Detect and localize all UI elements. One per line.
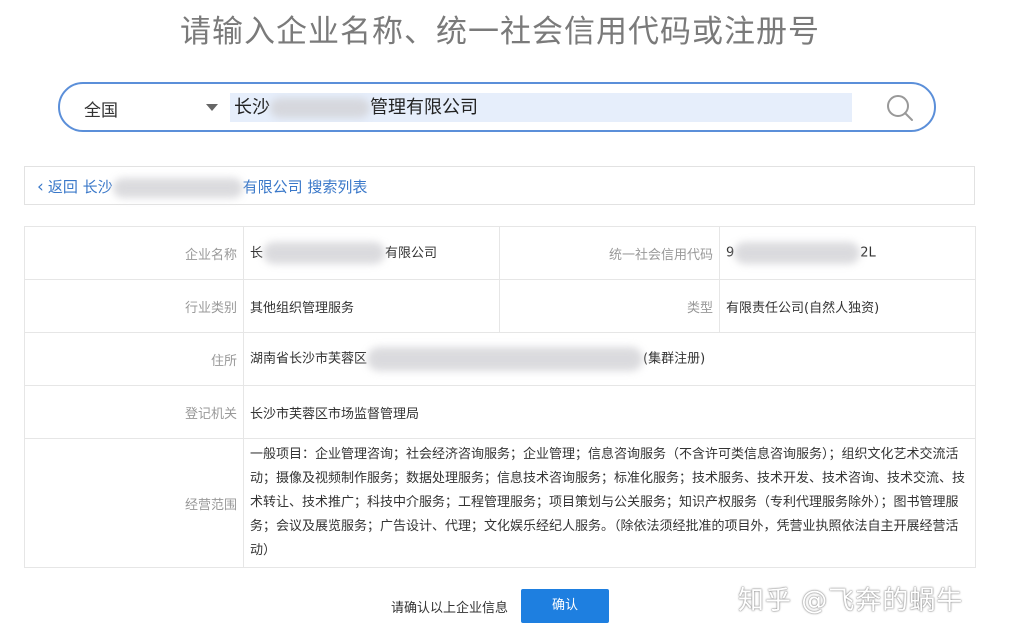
- scope-value: 一般项目：企业管理咨询；社会经济咨询服务；企业管理；信息咨询服务（不含许可类信息…: [243, 438, 976, 568]
- company-name-prefix: 长: [250, 245, 264, 261]
- back-suffix: 有限公司 搜索列表: [242, 178, 368, 196]
- search-bar: 全国 长沙 管理有限公司: [58, 82, 936, 132]
- credit-code-value: 9 2L: [719, 226, 976, 280]
- company-name-suffix: 有限公司: [385, 245, 438, 261]
- page-title: 请输入企业名称、统一社会信用代码或注册号: [180, 14, 820, 50]
- back-to-list-link[interactable]: ‹ 返回 长沙 有限公司 搜索列表: [37, 176, 367, 198]
- back-bar: ‹ 返回 长沙 有限公司 搜索列表: [24, 166, 975, 205]
- company-info-table: 企业名称 长 有限公司 统一社会信用代码 9 2L 行业类别 其他组织管理服务 类型…: [24, 226, 976, 568]
- caret-down-icon[interactable]: [206, 104, 218, 111]
- credit-code-label: 统一社会信用代码: [499, 226, 720, 280]
- table-row: 住所 湖南省长沙市芙蓉区 (集群注册): [24, 332, 976, 386]
- credit-code-prefix: 9: [726, 245, 735, 261]
- query-suffix: 管理有限公司: [370, 97, 478, 118]
- redacted-blur: [734, 242, 861, 264]
- company-name-value: 长 有限公司: [243, 226, 500, 280]
- address-prefix: 湖南省长沙市芙蓉区: [250, 351, 368, 367]
- watermark: 知乎 @飞奔的蜗牛: [738, 586, 964, 616]
- address-suffix: (集群注册): [643, 351, 706, 367]
- type-label: 类型: [499, 279, 720, 333]
- authority-value: 长沙市芙蓉区市场监督管理局: [243, 385, 976, 439]
- chevron-left-icon: ‹: [37, 177, 44, 197]
- search-input[interactable]: 长沙 管理有限公司: [230, 93, 852, 122]
- table-row: 行业类别 其他组织管理服务 类型 有限责任公司(自然人独资): [24, 279, 976, 333]
- back-prefix: 返回 长沙: [47, 178, 113, 196]
- company-name-label: 企业名称: [24, 226, 244, 280]
- industry-label: 行业类别: [24, 279, 244, 333]
- query-prefix: 长沙: [234, 97, 270, 118]
- redacted-blur: [367, 347, 644, 371]
- address-label: 住所: [24, 332, 244, 386]
- scope-label: 经营范围: [24, 438, 244, 568]
- redacted-blur: [263, 242, 386, 265]
- credit-code-suffix: 2L: [860, 245, 876, 261]
- confirm-button[interactable]: 确认: [521, 589, 610, 623]
- industry-value: 其他组织管理服务: [243, 279, 500, 333]
- region-select[interactable]: 全国: [84, 96, 118, 121]
- redacted-blur: [112, 177, 243, 198]
- table-row: 经营范围 一般项目：企业管理咨询；社会经济咨询服务；企业管理；信息咨询服务（不含…: [24, 438, 976, 568]
- type-value: 有限责任公司(自然人独资): [719, 279, 976, 333]
- table-row: 企业名称 长 有限公司 统一社会信用代码 9 2L: [24, 226, 976, 280]
- authority-label: 登记机关: [24, 385, 244, 439]
- redacted-blur: [270, 98, 370, 118]
- confirm-prompt: 请确认以上企业信息: [390, 600, 508, 616]
- search-icon[interactable]: [886, 94, 914, 122]
- address-value: 湖南省长沙市芙蓉区 (集群注册): [243, 332, 976, 386]
- table-row: 登记机关 长沙市芙蓉区市场监督管理局: [24, 385, 976, 439]
